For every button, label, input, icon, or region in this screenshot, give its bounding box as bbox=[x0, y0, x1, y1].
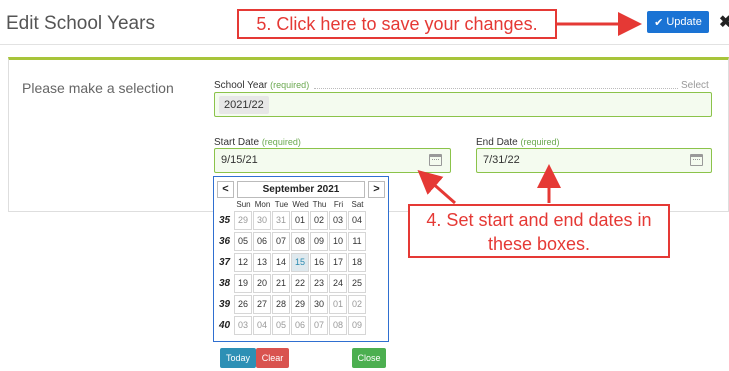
annotation-arrows bbox=[417, 12, 642, 205]
callout-step-4-line2: these boxes. bbox=[487, 234, 591, 254]
arrow-to-start-date bbox=[417, 170, 456, 205]
callout-step-4: 4. Set start and end dates in these boxe… bbox=[408, 204, 670, 258]
callout-step-5: 5. Click here to save your changes. bbox=[237, 9, 557, 39]
callout-step-4-line1: 4. Set start and end dates in bbox=[426, 210, 652, 230]
